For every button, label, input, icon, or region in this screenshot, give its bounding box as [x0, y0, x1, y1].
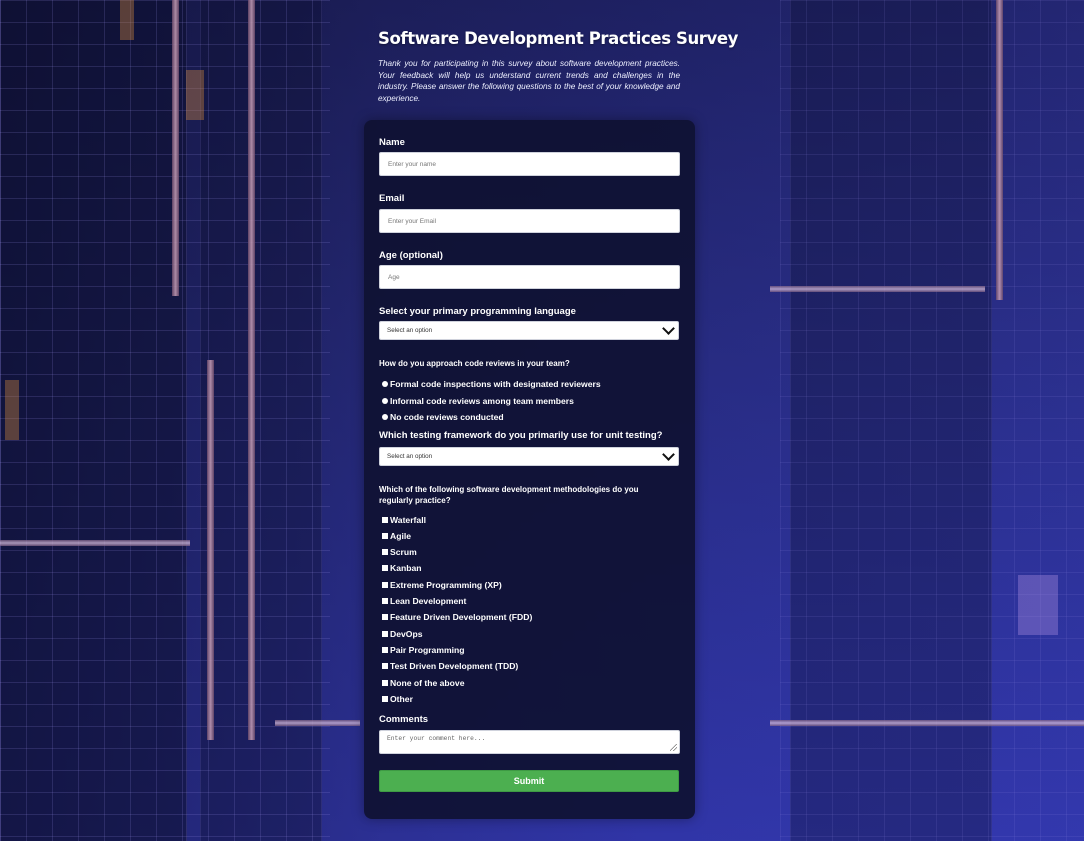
- background-pipe: [996, 0, 1003, 300]
- submit-button[interactable]: Submit: [379, 770, 679, 792]
- radio-icon[interactable]: [382, 380, 388, 387]
- checkbox-icon[interactable]: [382, 532, 388, 539]
- methodology-option-label: Scrum: [390, 547, 417, 558]
- radio-icon[interactable]: [382, 397, 388, 404]
- background-grid: [0, 0, 330, 841]
- background-pipe: [275, 720, 360, 726]
- methodology-option-label: Extreme Programming (XP): [390, 579, 502, 590]
- name-input[interactable]: [379, 152, 680, 176]
- testing-label: Which testing framework do you primarily…: [379, 430, 663, 441]
- code-review-option-label: Informal code reviews among team members: [390, 395, 574, 406]
- methodology-option-label: Waterfall: [390, 514, 426, 525]
- page-title: Software Development Practices Survey: [378, 29, 739, 48]
- checkbox-icon[interactable]: [382, 581, 388, 588]
- chevron-down-icon: [662, 448, 675, 461]
- age-input[interactable]: [379, 265, 680, 289]
- checkbox-icon[interactable]: [382, 663, 388, 670]
- methodology-option[interactable]: Other: [382, 692, 413, 705]
- methodology-option[interactable]: Feature Driven Development (FDD): [382, 611, 532, 624]
- code-review-option[interactable]: Formal code inspections with designated …: [382, 377, 601, 390]
- comments-textarea[interactable]: Enter your comment here...: [379, 730, 680, 754]
- code-review-question: How do you approach code reviews in your…: [379, 359, 570, 368]
- checkbox-icon[interactable]: [382, 565, 388, 572]
- checkbox-icon[interactable]: [382, 630, 388, 637]
- methodology-option-label: Lean Development: [390, 596, 467, 606]
- checkbox-icon[interactable]: [382, 614, 388, 621]
- name-label: Name: [379, 137, 405, 148]
- background-window: [120, 0, 134, 40]
- methodology-option[interactable]: Lean Development: [382, 595, 466, 608]
- code-review-option[interactable]: No code reviews conducted: [382, 410, 504, 423]
- background-pipe: [207, 360, 214, 740]
- code-review-option-label: Formal code inspections with designated …: [390, 378, 601, 389]
- methodology-option-label: Pair Programming: [390, 644, 465, 655]
- background-pipe: [0, 540, 190, 546]
- methodology-option-label: DevOps: [390, 628, 423, 639]
- comments-placeholder: Enter your comment here...: [387, 735, 486, 742]
- testing-select[interactable]: Select an option: [379, 447, 679, 466]
- chevron-down-icon: [662, 322, 675, 335]
- intro-text: Thank you for participating in this surv…: [378, 59, 680, 103]
- checkbox-icon[interactable]: [382, 679, 388, 686]
- methodology-option-label: None of the above: [390, 677, 465, 688]
- background-pipe: [770, 286, 985, 292]
- background-window: [5, 380, 19, 440]
- radio-icon[interactable]: [382, 413, 388, 420]
- survey-header: Software Development Practices Survey Th…: [378, 29, 739, 104]
- methodology-option-label: Test Driven Development (TDD): [390, 661, 519, 672]
- methodology-option[interactable]: Kanban: [382, 562, 422, 575]
- survey-form: Name Email Age (optional) Select your pr…: [364, 120, 695, 819]
- background-pipe: [172, 0, 179, 296]
- methodology-option-label: Agile: [390, 530, 412, 541]
- language-select-value: Select an option: [387, 327, 433, 334]
- background-grid: [780, 0, 1084, 841]
- email-input[interactable]: [379, 209, 680, 233]
- language-select[interactable]: Select an option: [379, 321, 679, 340]
- methodologies-question: Which of the following software developm…: [379, 485, 639, 505]
- checkbox-icon[interactable]: [382, 598, 388, 604]
- background-window: [1018, 575, 1058, 635]
- age-label: Age (optional): [379, 250, 443, 261]
- checkbox-icon[interactable]: [382, 695, 388, 702]
- methodology-option[interactable]: DevOps: [382, 627, 422, 640]
- checkbox-icon[interactable]: [382, 516, 388, 523]
- methodology-option[interactable]: Extreme Programming (XP): [382, 578, 502, 591]
- methodology-option-label: Feature Driven Development (FDD): [390, 612, 533, 623]
- email-label: Email: [379, 193, 405, 204]
- methodology-option[interactable]: None of the above: [382, 676, 465, 689]
- methodology-option[interactable]: Test Driven Development (TDD): [382, 660, 518, 673]
- methodology-option-label: Kanban: [390, 563, 422, 574]
- background-pipe: [248, 0, 255, 740]
- methodology-option[interactable]: Agile: [382, 529, 411, 542]
- code-review-option[interactable]: Informal code reviews among team members: [382, 394, 574, 407]
- checkbox-icon[interactable]: [382, 549, 388, 556]
- methodology-option[interactable]: Scrum: [382, 546, 417, 559]
- testing-select-value: Select an option: [387, 453, 433, 460]
- methodology-option[interactable]: Pair Programming: [382, 643, 465, 656]
- resize-grip-icon[interactable]: [670, 744, 677, 751]
- code-review-option-label: No code reviews conducted: [390, 411, 504, 422]
- background-window: [186, 70, 204, 120]
- checkbox-icon[interactable]: [382, 646, 388, 653]
- language-label: Select your primary programming language: [379, 306, 576, 317]
- comments-label: Comments: [379, 714, 429, 725]
- background-pipe: [770, 720, 1084, 726]
- methodology-option-label: Other: [390, 693, 413, 704]
- methodology-option[interactable]: Waterfall: [382, 513, 426, 526]
